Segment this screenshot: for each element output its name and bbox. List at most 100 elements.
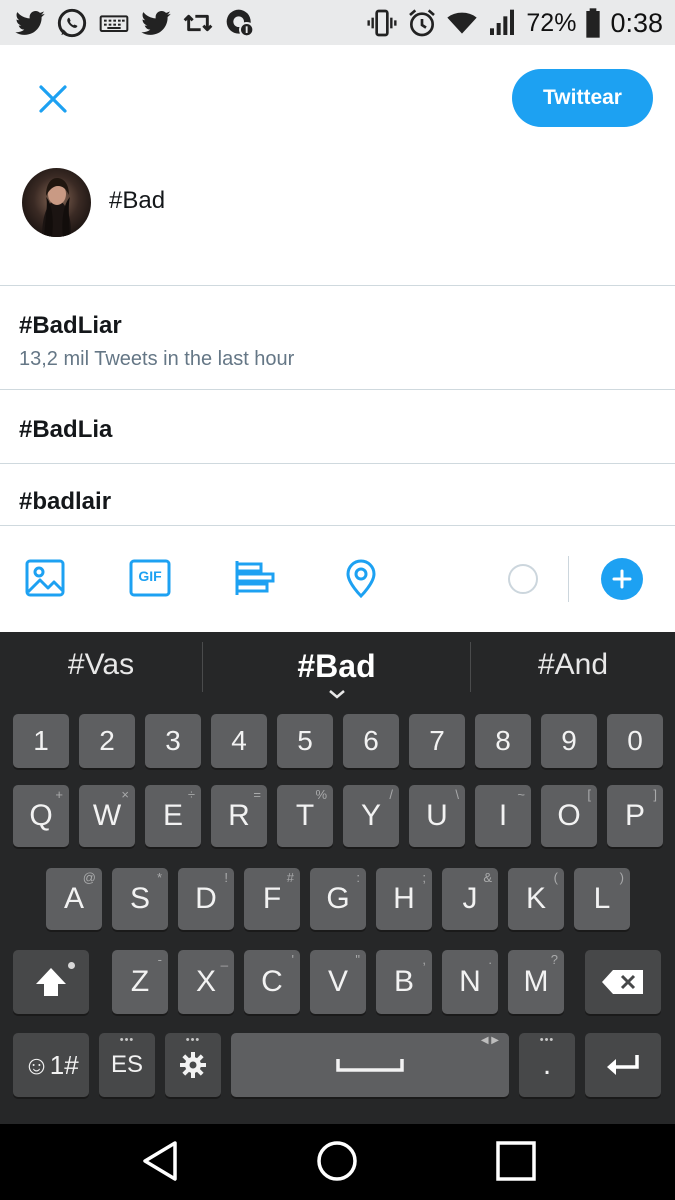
- letter-key[interactable]: F #: [244, 868, 300, 930]
- close-button[interactable]: [28, 74, 78, 124]
- key-hint: ): [619, 870, 624, 885]
- keyboard: #Vas #Bad #And 1234567890 Q + W × E ÷ R = T% Y / U \…: [0, 632, 675, 1124]
- letter-key[interactable]: I ~: [475, 785, 531, 847]
- letter-key[interactable]: Q +: [13, 785, 69, 847]
- key-hint: ;: [422, 870, 426, 885]
- key-hint: &: [483, 870, 492, 885]
- symbols-key[interactable]: ☺1#: [13, 1033, 89, 1097]
- letter-key[interactable]: V ": [310, 950, 366, 1014]
- letter-key[interactable]: S *: [112, 868, 168, 930]
- keyboard-suggestion[interactable]: #And: [471, 648, 675, 682]
- letter-key[interactable]: A @: [46, 868, 102, 930]
- vibrate-icon: [367, 9, 397, 37]
- settings-key[interactable]: •••: [165, 1033, 221, 1097]
- number-key[interactable]: 7: [409, 714, 465, 768]
- character-counter: [508, 564, 538, 594]
- letter-key[interactable]: L): [574, 868, 630, 930]
- cursor-arrows-icon: ◀ ▶: [480, 1035, 499, 1046]
- number-key[interactable]: 5: [277, 714, 333, 768]
- letter-key[interactable]: U \: [409, 785, 465, 847]
- number-key[interactable]: 6: [343, 714, 399, 768]
- letter-key[interactable]: E ÷: [145, 785, 201, 847]
- key-label: 0: [627, 725, 643, 756]
- period-label: .: [542, 1048, 552, 1081]
- add-tweet-button[interactable]: [601, 558, 643, 600]
- key-label: V: [327, 965, 348, 998]
- hashtag-suggestion[interactable]: #BadLiar 13,2 mil Tweets in the last hou…: [0, 285, 675, 389]
- key-label: F: [262, 882, 282, 915]
- key-hint: ×: [121, 787, 129, 802]
- back-icon[interactable]: [140, 1139, 180, 1183]
- key-hint: ]: [653, 787, 657, 802]
- key-label: K: [525, 882, 546, 915]
- letter-key[interactable]: Y /: [343, 785, 399, 847]
- number-key[interactable]: 9: [541, 714, 597, 768]
- gif-button[interactable]: GIF: [129, 557, 171, 599]
- letter-key[interactable]: H;: [376, 868, 432, 930]
- alarm-icon: [409, 9, 436, 37]
- tweet-button[interactable]: Twittear: [512, 69, 653, 127]
- number-key[interactable]: 3: [145, 714, 201, 768]
- keyboard-suggestion[interactable]: #Vas: [0, 648, 202, 682]
- letter-key[interactable]: J &: [442, 868, 498, 930]
- battery-icon: [586, 8, 601, 38]
- letter-key[interactable]: K(: [508, 868, 564, 930]
- letter-key[interactable]: N.: [442, 950, 498, 1014]
- key-label: C: [261, 965, 283, 998]
- key-label: D: [195, 882, 217, 915]
- key-label: A: [63, 882, 84, 915]
- language-key[interactable]: ••• ES: [99, 1033, 155, 1097]
- number-key[interactable]: 4: [211, 714, 267, 768]
- letter-key[interactable]: P]: [607, 785, 663, 847]
- clock: 0:38: [610, 7, 663, 38]
- letter-key[interactable]: T%: [277, 785, 333, 847]
- letter-key[interactable]: W ×: [79, 785, 135, 847]
- number-key[interactable]: 0: [607, 714, 663, 768]
- hashtag-suggestion[interactable]: #badlair: [0, 463, 675, 526]
- letter-key[interactable]: X _: [178, 950, 234, 1014]
- key-label: 1: [33, 725, 49, 756]
- image-icon[interactable]: [24, 557, 66, 599]
- number-key[interactable]: 2: [79, 714, 135, 768]
- letter-key[interactable]: D!: [178, 868, 234, 930]
- location-icon[interactable]: [340, 557, 382, 599]
- shift-key[interactable]: [13, 950, 89, 1014]
- key-label: J: [462, 882, 478, 915]
- key-hint: +: [55, 787, 63, 802]
- period-key[interactable]: ••• .: [519, 1033, 575, 1097]
- chevron-down-icon[interactable]: [327, 688, 347, 700]
- key-label: O: [557, 799, 581, 832]
- key-hint: ~: [517, 787, 525, 802]
- recent-apps-icon[interactable]: [494, 1139, 538, 1183]
- number-key[interactable]: 1: [13, 714, 69, 768]
- poll-icon[interactable]: [234, 557, 276, 599]
- enter-key[interactable]: [585, 1033, 661, 1097]
- number-key[interactable]: 8: [475, 714, 531, 768]
- enter-icon: [607, 1055, 639, 1075]
- hashtag-suggestion[interactable]: #BadLia: [0, 389, 675, 463]
- key-label: B: [393, 965, 414, 998]
- letter-key[interactable]: R =: [211, 785, 267, 847]
- shift-indicator: [68, 962, 75, 969]
- keyboard-icon: [99, 15, 129, 32]
- letter-key[interactable]: G:: [310, 868, 366, 930]
- letter-key[interactable]: C ': [244, 950, 300, 1014]
- hashtag-suggestion-title: #badlair: [19, 488, 112, 515]
- hashtag-suggestion-title: #BadLiar: [19, 312, 122, 339]
- letter-key[interactable]: B,: [376, 950, 432, 1014]
- key-label: N: [459, 965, 481, 998]
- key-label: I: [498, 799, 508, 832]
- space-key[interactable]: ◀ ▶: [231, 1033, 509, 1097]
- signal-icon: [490, 9, 515, 35]
- notification-icon: [226, 9, 255, 38]
- tweet-text-input[interactable]: #Bad: [109, 187, 165, 215]
- backspace-key[interactable]: [585, 950, 661, 1014]
- letter-key[interactable]: O[: [541, 785, 597, 847]
- letter-key[interactable]: M?: [508, 950, 564, 1014]
- wifi-icon: [447, 12, 478, 34]
- key-label: 5: [297, 725, 313, 756]
- key-hint: [: [587, 787, 591, 802]
- keyboard-suggestion-primary[interactable]: #Bad: [203, 648, 470, 685]
- home-icon[interactable]: [315, 1139, 359, 1183]
- letter-key[interactable]: Z-: [112, 950, 168, 1014]
